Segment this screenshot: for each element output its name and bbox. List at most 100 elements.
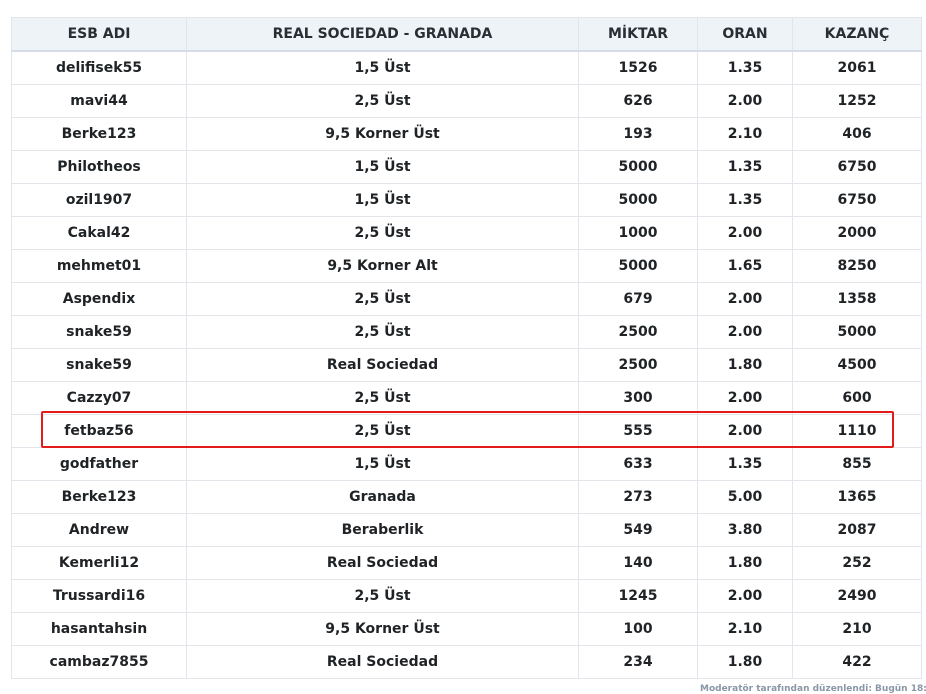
cell-username: Cakal42: [11, 216, 187, 250]
header-esb-adi: ESB ADI: [11, 17, 187, 52]
cell-winnings: 210: [792, 612, 922, 646]
cell-odds: 1.35: [697, 183, 793, 217]
cell-bet: Granada: [186, 480, 579, 514]
cell-username: Philotheos: [11, 150, 187, 184]
cell-username: Berke123: [11, 480, 187, 514]
header-match: REAL SOCIEDAD - GRANADA: [186, 17, 579, 52]
cell-bet: 9,5 Korner Üst: [186, 117, 579, 151]
cell-amount: 1245: [578, 579, 698, 613]
table-row: cambaz7855 Real Sociedad 234 1.80 422: [11, 645, 922, 679]
cell-username: Kemerli12: [11, 546, 187, 580]
edit-note: Moderatör tarafından düzenlendi: Bugün 1…: [700, 684, 926, 694]
cell-username: Berke123: [11, 117, 187, 151]
cell-username: delifisek55: [11, 50, 187, 85]
cell-winnings: 252: [792, 546, 922, 580]
cell-winnings: 8250: [792, 249, 922, 283]
cell-bet: Real Sociedad: [186, 546, 579, 580]
cell-username: fetbaz56: [11, 414, 187, 448]
cell-winnings: 2061: [792, 50, 922, 85]
cell-bet: 2,5 Üst: [186, 84, 579, 118]
table-row: Andrew Beraberlik 549 3.80 2087: [11, 513, 922, 547]
cell-bet: 2,5 Üst: [186, 381, 579, 415]
cell-winnings: 1365: [792, 480, 922, 514]
cell-bet: 2,5 Üst: [186, 216, 579, 250]
cell-odds: 2.10: [697, 117, 793, 151]
header-oran: ORAN: [697, 17, 793, 52]
cell-bet: 9,5 Korner Alt: [186, 249, 579, 283]
cell-bet: 2,5 Üst: [186, 579, 579, 613]
cell-amount: 193: [578, 117, 698, 151]
cell-winnings: 6750: [792, 183, 922, 217]
cell-winnings: 2000: [792, 216, 922, 250]
cell-bet: 2,5 Üst: [186, 315, 579, 349]
cell-username: hasantahsin: [11, 612, 187, 646]
cell-amount: 626: [578, 84, 698, 118]
cell-username: mavi44: [11, 84, 187, 118]
cell-odds: 2.00: [697, 216, 793, 250]
header-miktar: MİKTAR: [578, 17, 698, 52]
cell-odds: 5.00: [697, 480, 793, 514]
cell-amount: 1526: [578, 50, 698, 85]
cell-bet: 1,5 Üst: [186, 150, 579, 184]
cell-odds: 1.35: [697, 50, 793, 85]
table-row: Trussardi16 2,5 Üst 1245 2.00 2490: [11, 579, 922, 613]
cell-username: snake59: [11, 315, 187, 349]
cell-amount: 2500: [578, 315, 698, 349]
bets-table-container: ESB ADI REAL SOCIEDAD - GRANADA MİKTAR O…: [11, 17, 922, 679]
cell-amount: 140: [578, 546, 698, 580]
cell-bet: 2,5 Üst: [186, 414, 579, 448]
cell-odds: 1.80: [697, 348, 793, 382]
cell-winnings: 1252: [792, 84, 922, 118]
cell-bet: Real Sociedad: [186, 645, 579, 679]
cell-amount: 679: [578, 282, 698, 316]
table-row: ozil1907 1,5 Üst 5000 1.35 6750: [11, 183, 922, 217]
cell-username: Trussardi16: [11, 579, 187, 613]
bets-table: ESB ADI REAL SOCIEDAD - GRANADA MİKTAR O…: [11, 17, 922, 679]
cell-winnings: 406: [792, 117, 922, 151]
cell-winnings: 2490: [792, 579, 922, 613]
table-row: delifisek55 1,5 Üst 1526 1.35 2061: [11, 50, 922, 85]
cell-username: godfather: [11, 447, 187, 481]
cell-odds: 2.00: [697, 282, 793, 316]
cell-username: Aspendix: [11, 282, 187, 316]
cell-username: Cazzy07: [11, 381, 187, 415]
cell-bet: 1,5 Üst: [186, 50, 579, 85]
table-row: Cakal42 2,5 Üst 1000 2.00 2000: [11, 216, 922, 250]
table-row: Kemerli12 Real Sociedad 140 1.80 252: [11, 546, 922, 580]
cell-amount: 300: [578, 381, 698, 415]
cell-bet: 1,5 Üst: [186, 183, 579, 217]
cell-amount: 5000: [578, 150, 698, 184]
cell-bet: Real Sociedad: [186, 348, 579, 382]
cell-amount: 100: [578, 612, 698, 646]
cell-amount: 234: [578, 645, 698, 679]
cell-amount: 273: [578, 480, 698, 514]
table-row: snake59 2,5 Üst 2500 2.00 5000: [11, 315, 922, 349]
cell-winnings: 4500: [792, 348, 922, 382]
cell-amount: 555: [578, 414, 698, 448]
cell-odds: 2.00: [697, 381, 793, 415]
cell-amount: 633: [578, 447, 698, 481]
cell-winnings: 6750: [792, 150, 922, 184]
cell-username: ozil1907: [11, 183, 187, 217]
cell-odds: 1.80: [697, 645, 793, 679]
table-row: godfather 1,5 Üst 633 1.35 855: [11, 447, 922, 481]
cell-amount: 2500: [578, 348, 698, 382]
cell-odds: 2.00: [697, 315, 793, 349]
table-row: hasantahsin 9,5 Korner Üst 100 2.10 210: [11, 612, 922, 646]
cell-amount: 549: [578, 513, 698, 547]
cell-odds: 3.80: [697, 513, 793, 547]
cell-amount: 1000: [578, 216, 698, 250]
cell-winnings: 855: [792, 447, 922, 481]
table-row: snake59 Real Sociedad 2500 1.80 4500: [11, 348, 922, 382]
table-row: Berke123 Granada 273 5.00 1365: [11, 480, 922, 514]
header-kazanc: KAZANÇ: [792, 17, 922, 52]
cell-winnings: 600: [792, 381, 922, 415]
cell-bet: Beraberlik: [186, 513, 579, 547]
cell-amount: 5000: [578, 249, 698, 283]
cell-odds: 1.80: [697, 546, 793, 580]
cell-odds: 2.00: [697, 414, 793, 448]
table-row: Aspendix 2,5 Üst 679 2.00 1358: [11, 282, 922, 316]
table-row: Berke123 9,5 Korner Üst 193 2.10 406: [11, 117, 922, 151]
cell-winnings: 1110: [792, 414, 922, 448]
cell-bet: 9,5 Korner Üst: [186, 612, 579, 646]
